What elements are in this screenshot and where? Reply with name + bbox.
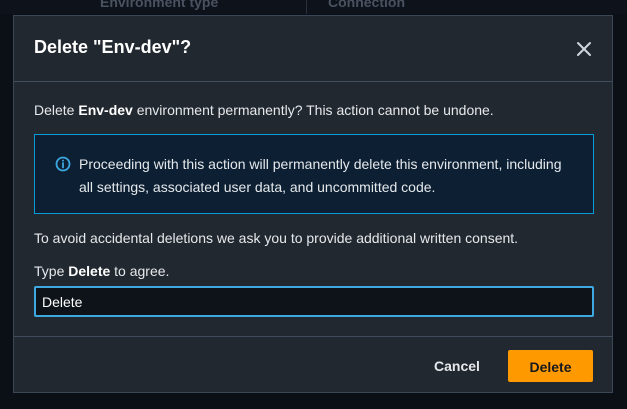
type-label-prefix: Type: [34, 263, 69, 279]
column-header-environment-type: Environment type: [100, 0, 219, 10]
message-prefix: Delete: [34, 102, 79, 118]
info-icon: [55, 156, 71, 172]
type-label-suffix: to agree.: [110, 263, 170, 279]
close-button[interactable]: [574, 39, 594, 59]
environment-name: Env-dev: [78, 102, 133, 118]
delete-confirmation-input[interactable]: [34, 286, 594, 317]
background-table-header: Environment type Connection: [0, 0, 627, 14]
close-icon: [577, 42, 591, 56]
column-header-connection: Connection: [328, 0, 405, 10]
modal-footer: Cancel Delete: [14, 336, 612, 392]
alert-text: Proceeding with this action will permane…: [79, 156, 562, 195]
type-to-confirm-label: Type Delete to agree.: [34, 263, 169, 279]
modal-header: Delete "Env-dev"?: [14, 16, 612, 82]
modal-title: Delete "Env-dev"?: [34, 37, 192, 57]
delete-confirmation-message: Delete Env-dev environment permanently? …: [34, 102, 494, 118]
column-separator: [306, 0, 307, 14]
consent-text: To avoid accidental deletions we ask you…: [34, 230, 519, 246]
info-alert: Proceeding with this action will permane…: [34, 134, 594, 214]
delete-button[interactable]: Delete: [508, 350, 593, 382]
confirm-keyword: Delete: [68, 263, 111, 279]
cancel-button[interactable]: Cancel: [420, 351, 494, 382]
delete-environment-dialog: Delete "Env-dev"? Delete Env-dev environ…: [13, 15, 613, 393]
message-suffix: environment permanently? This action can…: [132, 102, 494, 118]
background-bottom: [0, 395, 627, 409]
